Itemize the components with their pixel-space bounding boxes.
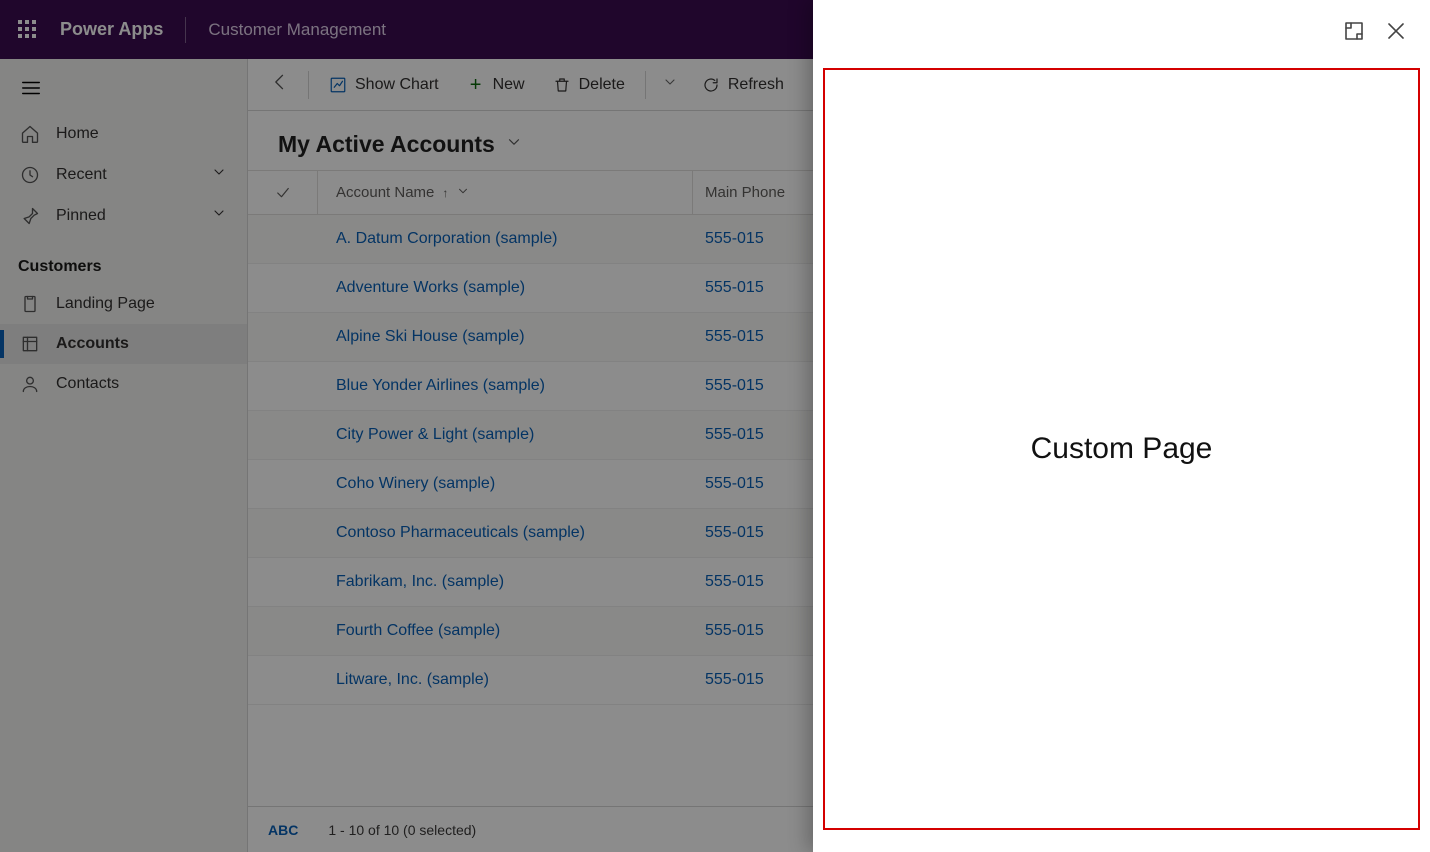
sidebar-item-accounts[interactable]: Accounts (0, 324, 247, 364)
sidebar-item-label: Landing Page (56, 295, 155, 313)
row-selector[interactable] (248, 411, 318, 459)
chevron-down-icon (211, 205, 227, 226)
account-name-link[interactable]: Fabrikam, Inc. (sample) (336, 573, 504, 591)
header-divider (185, 17, 186, 43)
separator (645, 71, 646, 99)
account-name-link[interactable]: A. Datum Corporation (sample) (336, 230, 557, 248)
trash-icon (553, 76, 571, 94)
chevron-down-icon (505, 133, 523, 156)
sidebar-item-contacts[interactable]: Contacts (0, 364, 247, 404)
account-name-link[interactable]: Adventure Works (sample) (336, 279, 525, 297)
show-chart-button[interactable]: Show Chart (317, 70, 451, 100)
nav-home[interactable]: Home (0, 114, 247, 154)
account-name-link[interactable]: Litware, Inc. (sample) (336, 671, 489, 689)
account-name-link[interactable]: Fourth Coffee (sample) (336, 622, 500, 640)
view-title: My Active Accounts (278, 131, 495, 158)
cmd-label: Show Chart (355, 76, 439, 94)
app-launcher-icon[interactable] (18, 20, 38, 40)
column-label: Main Phone (705, 184, 785, 201)
account-name-link[interactable]: Blue Yonder Airlines (sample) (336, 377, 545, 395)
row-selector[interactable] (248, 656, 318, 704)
row-selector[interactable] (248, 215, 318, 263)
jump-bar[interactable]: ABC (268, 822, 298, 838)
sort-ascending-icon: ↑ (442, 186, 448, 200)
suite-name[interactable]: Power Apps (60, 19, 163, 40)
account-name-link[interactable]: City Power & Light (sample) (336, 426, 534, 444)
row-selector[interactable] (248, 558, 318, 606)
row-selector[interactable] (248, 460, 318, 508)
nav-section-header: Customers (0, 236, 247, 284)
home-icon (20, 124, 40, 144)
record-counter: 1 - 10 of 10 (0 selected) (328, 822, 476, 838)
sidebar-item-label: Accounts (56, 335, 129, 353)
row-selector[interactable] (248, 509, 318, 557)
separator (308, 71, 309, 99)
pin-icon (20, 206, 40, 226)
nav-label: Pinned (56, 207, 106, 225)
account-name-link[interactable]: Contoso Pharmaceuticals (sample) (336, 524, 585, 542)
delete-button[interactable]: Delete (541, 70, 637, 100)
plus-icon: + (467, 76, 485, 94)
nav-label: Home (56, 125, 99, 143)
expand-button[interactable] (1342, 19, 1366, 43)
left-nav: Home Recent Pinned Customers Landing Pag… (0, 59, 248, 852)
chevron-down-icon (211, 164, 227, 185)
row-selector[interactable] (248, 362, 318, 410)
custom-page-title: Custom Page (1031, 432, 1213, 466)
entity-icon (20, 334, 40, 354)
close-button[interactable] (1384, 19, 1408, 43)
cmd-label: Refresh (728, 76, 784, 94)
sidebar-item-landing-page[interactable]: Landing Page (0, 284, 247, 324)
row-selector[interactable] (248, 313, 318, 361)
back-button[interactable] (260, 64, 300, 105)
nav-recent[interactable]: Recent (0, 154, 247, 195)
nav-label: Recent (56, 166, 107, 184)
nav-collapse-button[interactable] (0, 67, 247, 114)
entity-icon (20, 374, 40, 394)
app-title: Customer Management (208, 20, 386, 40)
entity-icon (20, 294, 40, 314)
refresh-button[interactable]: Refresh (690, 70, 796, 100)
row-selector[interactable] (248, 264, 318, 312)
cmd-label: New (493, 76, 525, 94)
delete-split-chevron[interactable] (654, 68, 686, 101)
new-button[interactable]: + New (455, 70, 537, 100)
select-all-column[interactable] (248, 171, 318, 214)
account-name-link[interactable]: Coho Winery (sample) (336, 475, 495, 493)
clock-icon (20, 165, 40, 185)
cmd-label: Delete (579, 76, 625, 94)
chart-icon (329, 76, 347, 94)
column-label: Account Name (336, 184, 434, 201)
nav-pinned[interactable]: Pinned (0, 195, 247, 236)
chevron-down-icon (456, 184, 470, 202)
side-panel: Custom Page (813, 0, 1430, 852)
column-header-name[interactable]: Account Name ↑ (318, 171, 693, 214)
account-name-link[interactable]: Alpine Ski House (sample) (336, 328, 525, 346)
panel-header (813, 0, 1430, 62)
panel-content-frame: Custom Page (823, 68, 1420, 830)
sidebar-item-label: Contacts (56, 375, 119, 393)
refresh-icon (702, 76, 720, 94)
row-selector[interactable] (248, 607, 318, 655)
